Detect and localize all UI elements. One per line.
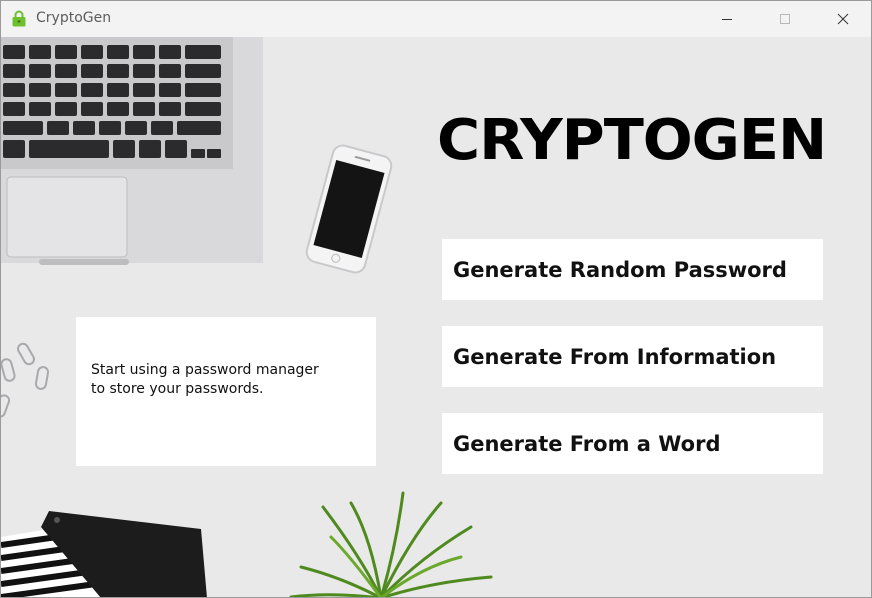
button-label: Generate From Information	[453, 344, 777, 369]
app-heading: CRYPTOGEN	[437, 108, 827, 173]
phone-illustration	[305, 144, 393, 274]
generate-from-information-button[interactable]: Generate From Information	[442, 326, 823, 387]
maximize-icon	[780, 14, 790, 24]
app-lock-icon	[11, 10, 27, 27]
minimize-button[interactable]	[698, 1, 756, 37]
maximize-button[interactable]	[756, 1, 814, 37]
notebook-illustration	[1, 511, 207, 597]
window-title: CryptoGen	[36, 10, 112, 26]
title-bar[interactable]: CryptoGen	[1, 1, 871, 37]
laptop-illustration	[1, 37, 263, 265]
generate-random-password-button[interactable]: Generate Random Password	[442, 239, 823, 300]
button-label: Generate Random Password	[453, 257, 787, 282]
button-label: Generate From a Word	[453, 431, 721, 456]
minimize-icon	[722, 19, 732, 20]
plant-illustration	[289, 491, 493, 597]
close-button[interactable]	[814, 1, 871, 37]
tip-text: Start using a password manager to store …	[91, 362, 319, 397]
main-content: CRYPTOGEN Generate Random Password Gener…	[1, 37, 871, 597]
paperclips-illustration	[1, 342, 50, 418]
tip-panel: Start using a password manager to store …	[76, 317, 376, 466]
close-icon	[837, 13, 849, 25]
generate-from-word-button[interactable]: Generate From a Word	[442, 413, 823, 474]
app-window: CryptoGen CRYPTOGEN Generate Random Pass…	[0, 0, 872, 598]
